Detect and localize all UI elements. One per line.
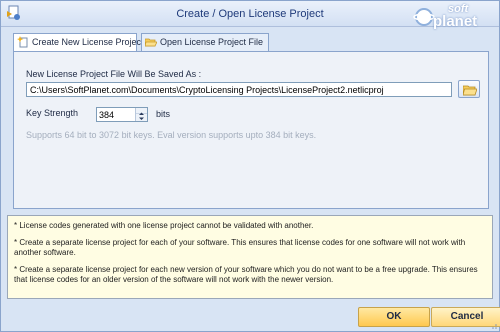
folder-open-icon (463, 85, 477, 96)
info-line: * License codes generated with one licen… (14, 221, 314, 230)
folder-open-icon (145, 38, 157, 47)
info-line: * Create a separate license project for … (14, 265, 478, 284)
info-box: * License codes generated with one licen… (7, 215, 493, 299)
spin-buttons (135, 108, 147, 121)
tab-label: Open License Project File (160, 37, 264, 47)
bits-unit-label: bits (156, 109, 171, 119)
logo-planet-text: planet (433, 13, 478, 30)
softplanet-logo: soft planet (413, 3, 493, 37)
tab-open-project-file[interactable]: Open License Project File (141, 33, 269, 51)
info-line: * Create a separate license project for … (14, 238, 466, 257)
title-bar[interactable]: Create / Open License Project soft plane… (1, 1, 499, 30)
tab-create-new-project[interactable]: Create New License Project (13, 33, 144, 52)
chevron-down-icon (139, 117, 144, 120)
planet-icon (413, 8, 435, 26)
create-project-panel: New License Project File Will Be Saved A… (13, 51, 489, 209)
browse-button[interactable] (458, 80, 480, 98)
key-strength-stepper (96, 107, 148, 122)
dialog-window: Create / Open License Project soft plane… (0, 0, 500, 332)
spin-down-button[interactable] (136, 114, 147, 120)
tab-label: Create New License Project (32, 37, 144, 47)
file-path-label: New License Project File Will Be Saved A… (26, 69, 202, 79)
key-strength-hint: Supports 64 bit to 3072 bit keys. Eval v… (26, 130, 317, 140)
ok-button[interactable]: OK (358, 307, 430, 327)
resize-grip-icon[interactable] (489, 321, 497, 329)
new-star-icon (17, 36, 28, 48)
file-path-input[interactable] (26, 82, 452, 97)
key-strength-label: Key Strength (26, 108, 79, 118)
key-strength-input[interactable] (97, 108, 135, 121)
